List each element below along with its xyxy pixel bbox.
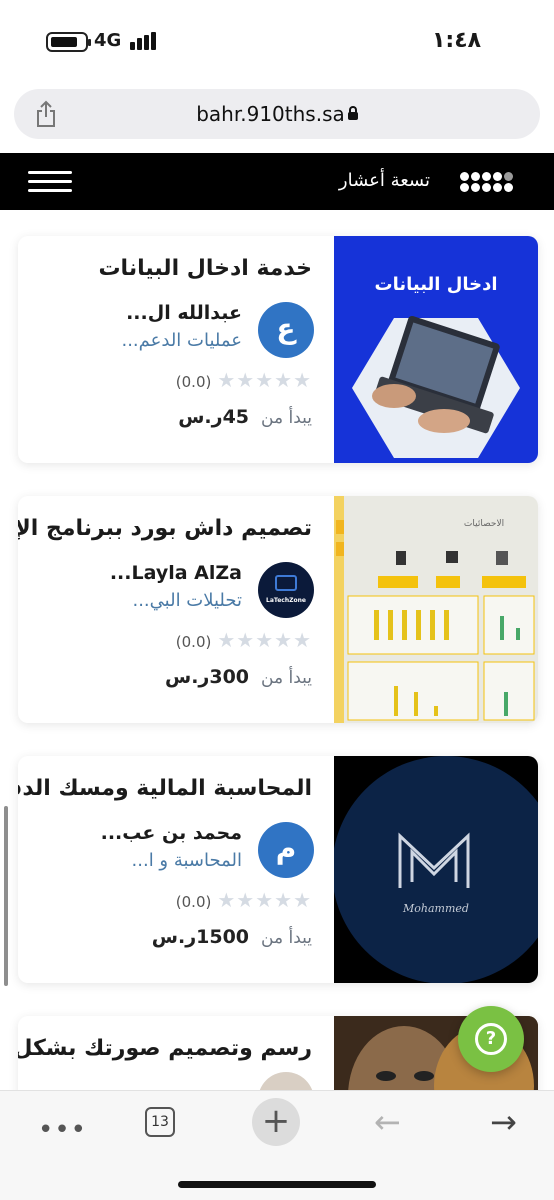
price-value: 300ر.س xyxy=(164,666,250,688)
site-brand-name[interactable]: تسعة أعشار xyxy=(339,170,430,191)
seller-name[interactable]: محمد بن عب... xyxy=(101,822,242,844)
signal-icon xyxy=(130,32,160,50)
home-indicator xyxy=(178,1181,376,1188)
rating: ★★★★★(0.0) xyxy=(175,628,312,652)
help-button[interactable]: ? xyxy=(458,1006,524,1072)
service-thumbnail[interactable]: ادخال البيانات xyxy=(334,236,538,463)
price-row: يبدأ من 1500ر.س xyxy=(152,926,312,948)
site-header: تسعة أعشار xyxy=(0,153,554,210)
price-value: 45ر.س xyxy=(178,406,250,428)
address-bar[interactable]: bahr.910ths.sa xyxy=(14,89,540,139)
thumbnail-caption: Mohammed xyxy=(402,902,469,915)
hamburger-menu-icon[interactable] xyxy=(28,171,72,193)
new-tab-button[interactable]: + xyxy=(252,1098,300,1146)
forward-arrow-icon[interactable]: → xyxy=(490,1103,517,1141)
price-row: يبدأ من 300ر.س xyxy=(165,666,312,688)
service-category[interactable]: تحليلات البي... xyxy=(132,590,242,611)
battery-icon xyxy=(46,32,91,52)
site-logo-icon[interactable] xyxy=(460,170,524,194)
star-rating-icon: ★★★★★ xyxy=(217,368,312,392)
price-prefix: يبدأ من xyxy=(261,928,312,948)
seller-name[interactable]: Layla AlZa... xyxy=(110,562,242,584)
service-category[interactable]: المحاسبة و ا... xyxy=(132,850,242,871)
status-bar: 4G ١:٤٨ xyxy=(0,0,554,84)
network-label: 4G xyxy=(94,30,122,51)
url-text[interactable]: bahr.910ths.sa xyxy=(14,102,540,126)
service-info: المحاسبة المالية ومسك الدفاتر م محمد بن … xyxy=(18,756,334,983)
service-info: تصميم داش بورد ببرنامج الإكسل LaTechZone… xyxy=(18,496,334,723)
price-value: 1500ر.س xyxy=(151,926,250,948)
help-icon: ? xyxy=(475,1023,507,1055)
scroll-indicator xyxy=(4,806,8,986)
price-prefix: يبدأ من xyxy=(261,668,312,688)
thumbnail-caption: الاحصائيات xyxy=(464,519,504,529)
seller-avatar[interactable]: LaTechZone xyxy=(258,562,314,618)
seller-avatar[interactable]: ع xyxy=(258,302,314,358)
service-card[interactable]: الاحصائيات تصميم داش بورد ببرنامج الإكسل… xyxy=(18,496,538,723)
star-rating-icon: ★★★★★ xyxy=(217,888,312,912)
service-category[interactable]: عمليات الدعم... xyxy=(121,330,242,351)
service-info: خدمة ادخال البيانات ع عبدالله ال... عملي… xyxy=(18,236,334,463)
tabs-button[interactable]: 13 xyxy=(145,1107,175,1137)
seller-logo-text: LaTechZone xyxy=(266,597,306,604)
thumbnail-caption: ادخال البيانات xyxy=(374,274,497,295)
star-rating-icon: ★★★★★ xyxy=(217,628,312,652)
service-title[interactable]: تصميم داش بورد ببرنامج الإكسل xyxy=(18,516,312,541)
service-title[interactable]: المحاسبة المالية ومسك الدفاتر xyxy=(18,776,312,801)
price-prefix: يبدأ من xyxy=(261,408,312,428)
lock-icon xyxy=(347,106,358,120)
service-title[interactable]: خدمة ادخال البيانات xyxy=(18,256,312,281)
back-arrow-icon[interactable]: ← xyxy=(374,1103,401,1141)
service-thumbnail[interactable]: الاحصائيات xyxy=(334,496,538,723)
rating: ★★★★★(0.0) xyxy=(175,888,312,912)
rating: ★★★★★(0.0) xyxy=(175,368,312,392)
service-thumbnail[interactable]: Mohammed xyxy=(334,756,538,983)
price-row: يبدأ من 45ر.س xyxy=(178,406,312,428)
seller-name[interactable]: عبدالله ال... xyxy=(126,302,242,324)
seller-avatar[interactable]: م xyxy=(258,822,314,878)
service-card[interactable]: ادخال البيانات خدمة ادخال البيانات ع عبد… xyxy=(18,236,538,463)
service-card[interactable]: Mohammed المحاسبة المالية ومسك الدفاتر م… xyxy=(18,756,538,983)
clock: ١:٤٨ xyxy=(432,28,482,53)
more-icon[interactable]: ••• xyxy=(38,1115,87,1145)
service-title[interactable]: رسم وتصميم صورتك بشكل xyxy=(18,1036,312,1061)
